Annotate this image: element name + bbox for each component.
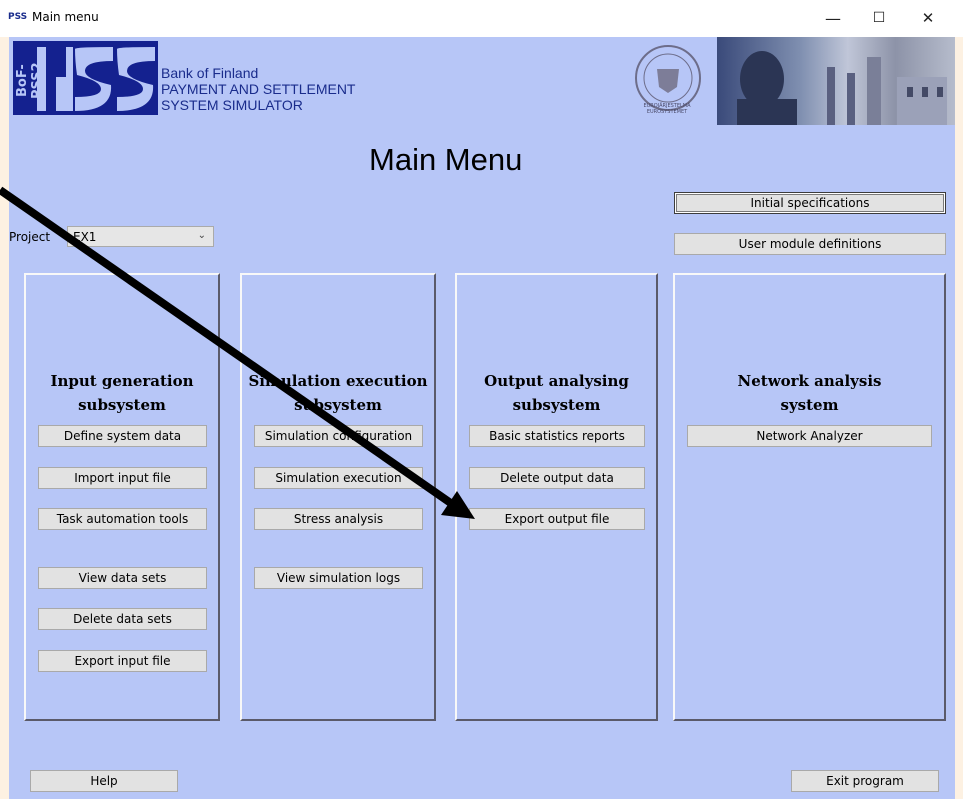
annotation-arrow: [0, 186, 475, 519]
